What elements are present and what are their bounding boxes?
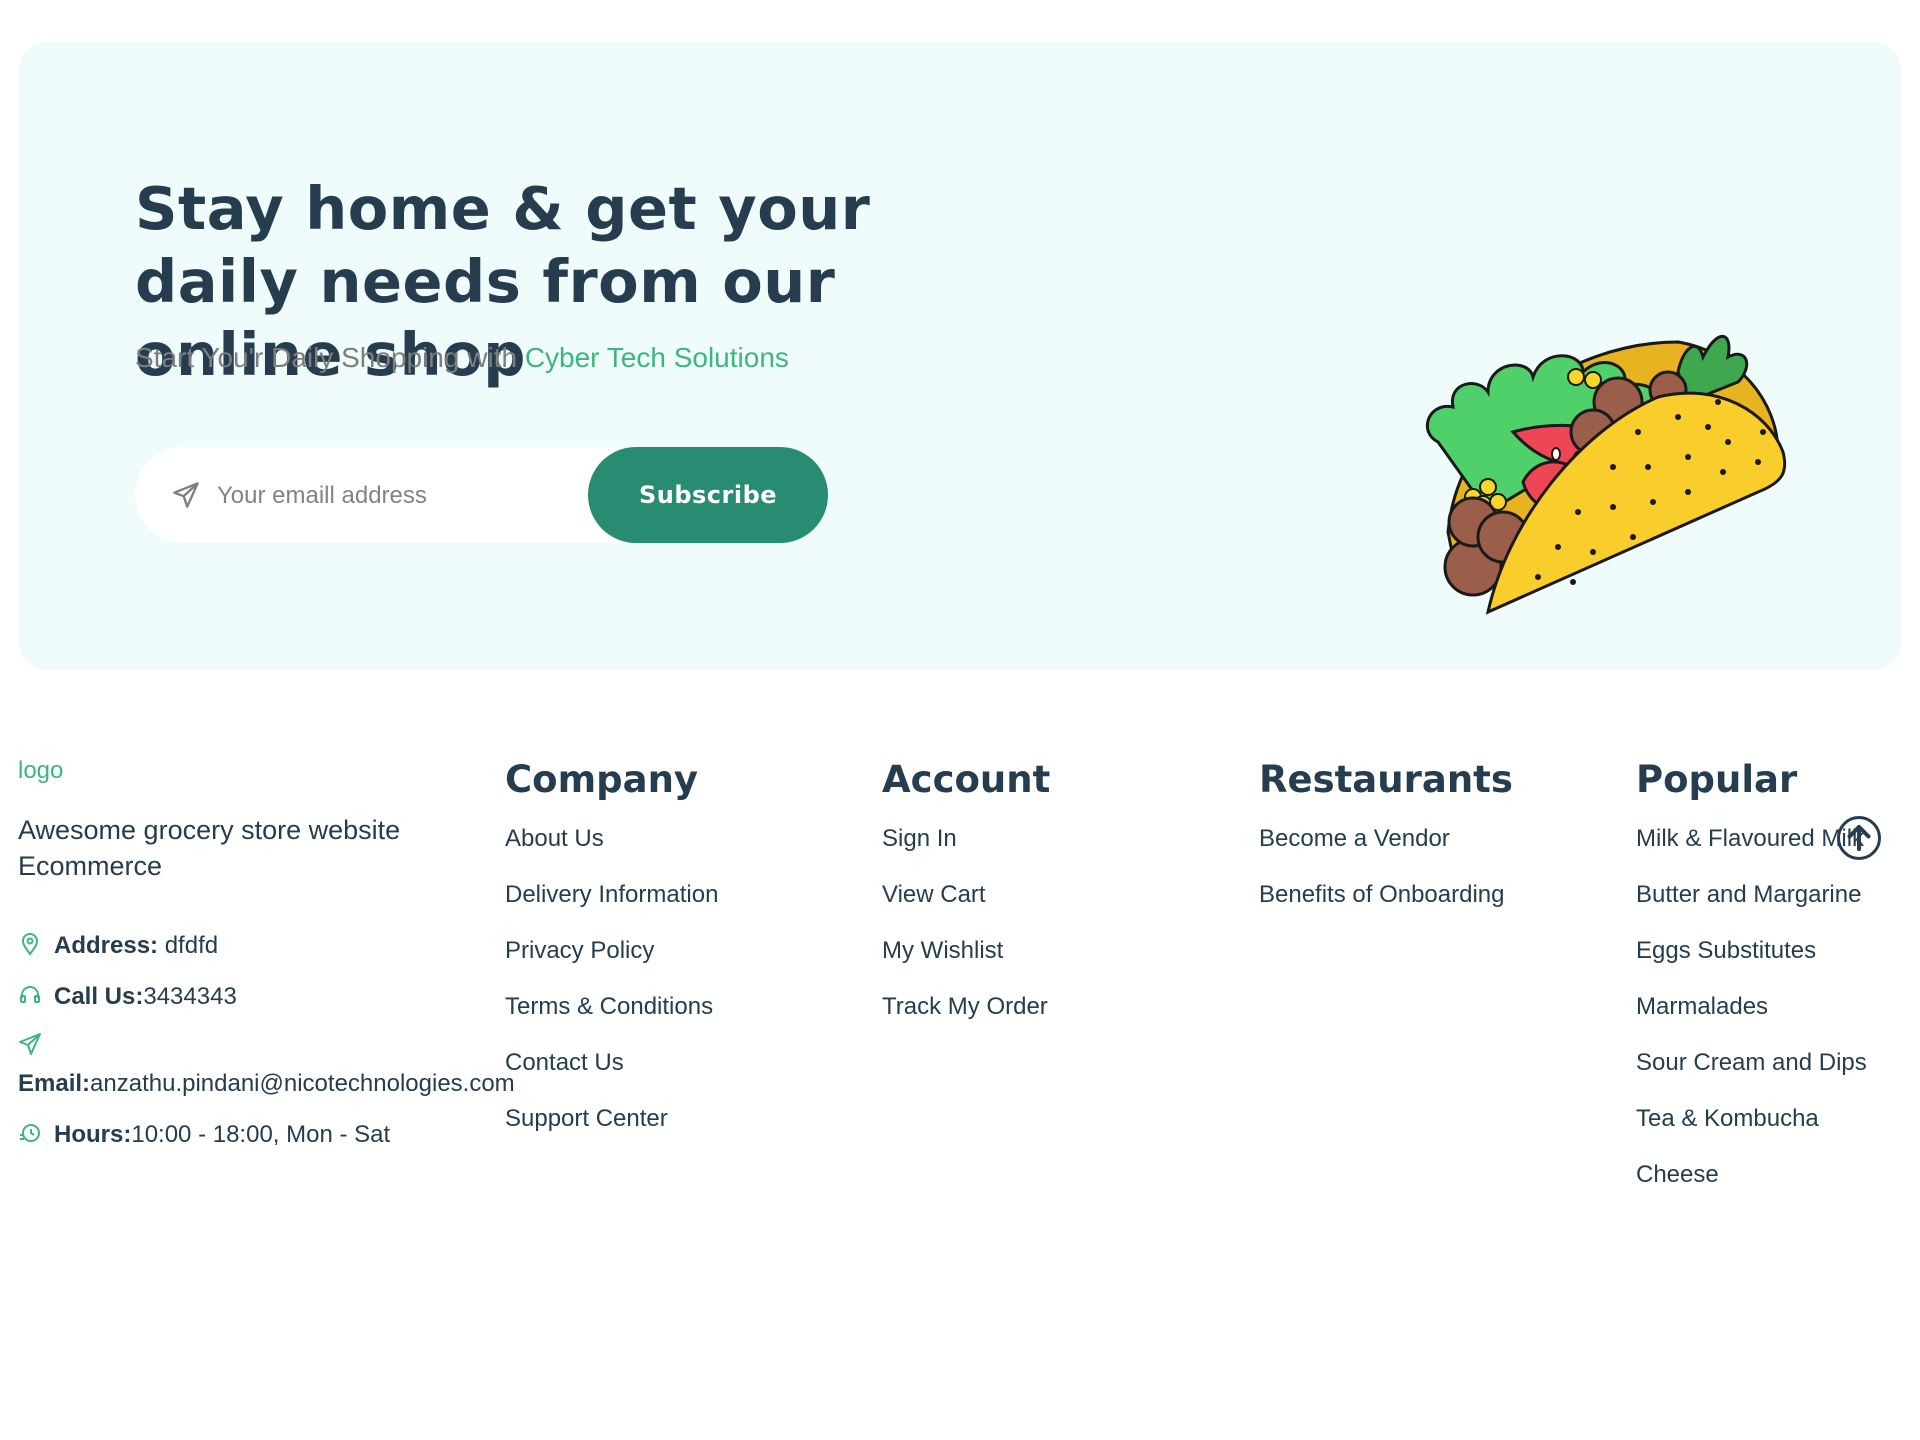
subscribe-button[interactable]: Subscribe (588, 447, 828, 543)
link-butter[interactable]: Butter and Margarine (1636, 881, 1867, 937)
link-marmalades[interactable]: Marmalades (1636, 993, 1867, 1049)
newsletter-subtitle: Start You'r Daily Shopping with Cyber Te… (135, 342, 789, 374)
contact-phone: Call Us:3434343 (18, 983, 237, 1011)
scroll-to-top-button[interactable] (1837, 816, 1881, 860)
column-title: Restaurants (1259, 758, 1513, 801)
taco-illustration (1425, 334, 1787, 615)
location-pin-icon (21, 933, 39, 956)
call-label: Call Us: (54, 983, 144, 1010)
contact-email: Email:anzathu.pindani@nicotechnologies.c… (18, 1032, 515, 1098)
subtitle-text: Start You'r Daily Shopping with (135, 342, 525, 373)
headset-icon (20, 986, 40, 1003)
column-title: Company (505, 758, 699, 801)
brand-name: Cyber Tech Solutions (524, 342, 789, 373)
send-icon (173, 482, 199, 508)
hours-label: Hours: (54, 1121, 132, 1148)
newsletter-form: Subscribe (135, 447, 828, 543)
link-about-us[interactable]: About Us (505, 825, 718, 881)
call-value: 3434343 (143, 983, 237, 1010)
restaurants-links: Become a Vendor Benefits of Onboarding (1259, 825, 1513, 937)
contact-hours: Hours:10:00 - 18:00, Mon - Sat (18, 1121, 390, 1149)
column-title: Popular (1636, 758, 1798, 801)
address-label: Address: (54, 932, 159, 959)
footer-description: Awesome grocery store website Ecommerce (18, 815, 401, 881)
link-terms-conditions[interactable]: Terms & Conditions (505, 993, 718, 1049)
address-value: dfdfd (158, 932, 219, 959)
link-contact-us[interactable]: Contact Us (505, 1049, 718, 1105)
link-cheese[interactable]: Cheese (1636, 1161, 1867, 1217)
email-label: Email: (18, 1070, 91, 1097)
footer-column-restaurants: Restaurants Become a Vendor Benefits of … (1259, 757, 1513, 937)
arrow-up-icon (1847, 824, 1871, 852)
company-links: About Us Delivery Information Privacy Po… (505, 825, 718, 1161)
send-icon (19, 1033, 41, 1055)
popular-links: Milk & Flavoured Milk Butter and Margari… (1636, 825, 1867, 1217)
link-support-center[interactable]: Support Center (505, 1105, 718, 1161)
clock-icon (20, 1124, 40, 1142)
link-become-vendor[interactable]: Become a Vendor (1259, 825, 1513, 881)
link-track-my-order[interactable]: Track My Order (882, 993, 1050, 1049)
footer-column-account: Account Sign In View Cart My Wishlist Tr… (882, 757, 1050, 1049)
footer-logo[interactable]: logo (18, 757, 63, 785)
hours-value: 10:00 - 18:00, Mon - Sat (131, 1121, 391, 1148)
footer-column-popular: Popular Milk & Flavoured Milk Butter and… (1636, 757, 1867, 1217)
link-benefits-onboarding[interactable]: Benefits of Onboarding (1259, 881, 1513, 937)
email-value[interactable]: anzathu.pindani@nicotechnologies.com (90, 1070, 515, 1097)
link-view-cart[interactable]: View Cart (882, 881, 1050, 937)
link-sour-cream[interactable]: Sour Cream and Dips (1636, 1049, 1867, 1105)
link-tea[interactable]: Tea & Kombucha (1636, 1105, 1867, 1161)
link-eggs[interactable]: Eggs Substitutes (1636, 937, 1867, 993)
link-my-wishlist[interactable]: My Wishlist (882, 937, 1050, 993)
account-links: Sign In View Cart My Wishlist Track My O… (882, 825, 1050, 1049)
contact-address: Address: dfdfd (18, 932, 218, 960)
column-title: Account (882, 758, 1051, 801)
link-delivery-information[interactable]: Delivery Information (505, 881, 718, 937)
link-privacy-policy[interactable]: Privacy Policy (505, 937, 718, 993)
link-sign-in[interactable]: Sign In (882, 825, 1050, 881)
newsletter-banner: Stay home & get your daily needs from ou… (18, 42, 1902, 670)
footer-column-company: Company About Us Delivery Information Pr… (505, 757, 718, 1161)
email-input[interactable] (215, 465, 519, 527)
link-milk[interactable]: Milk & Flavoured Milk (1636, 825, 1867, 881)
